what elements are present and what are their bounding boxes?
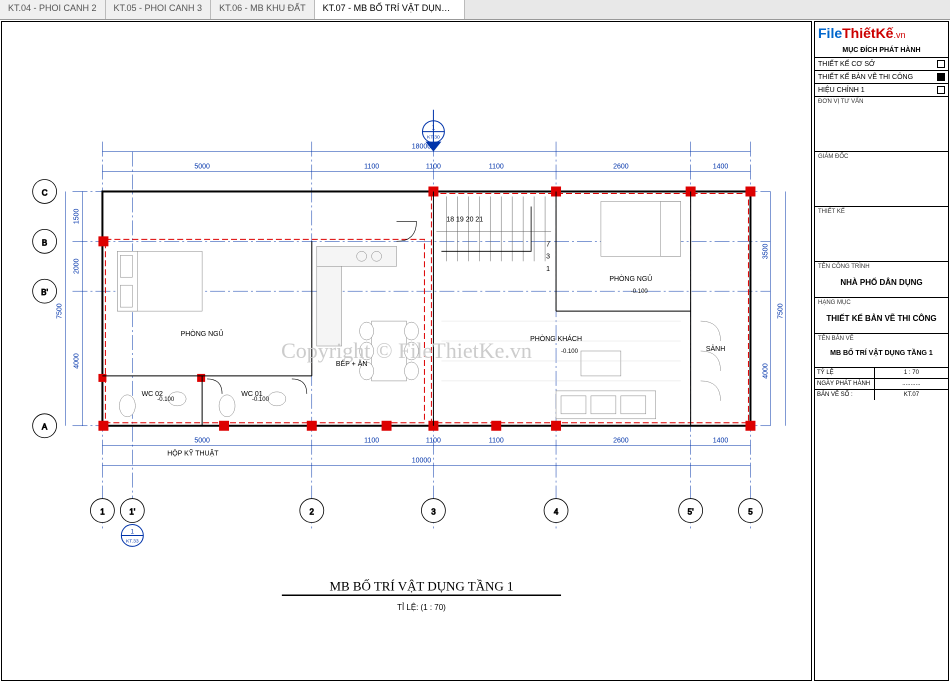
svg-text:18 19 20 21: 18 19 20 21 [446, 216, 483, 223]
svg-text:-0.100: -0.100 [631, 289, 649, 295]
tab-kt06[interactable]: KT.06 - MB KHU ĐẤT [211, 0, 315, 19]
svg-text:3: 3 [431, 508, 436, 517]
tb-director: GIÁM ĐỐC [815, 152, 948, 207]
tb-purpose-header: MỤC ĐÍCH PHÁT HÀNH [815, 44, 948, 58]
svg-text:7: 7 [546, 241, 550, 248]
svg-text:B: B [42, 238, 47, 247]
tb-category: HẠNG MỤC THIẾT KẾ BẢN VẼ THI CÔNG [815, 298, 948, 334]
svg-text:1: 1 [546, 266, 550, 273]
svg-text:4: 4 [554, 508, 559, 517]
svg-text:10000: 10000 [412, 458, 432, 465]
svg-text:3: 3 [546, 253, 550, 260]
tb-scale-row: TỶ LỆ 1 : 70 [815, 368, 948, 379]
svg-text:2000: 2000 [73, 258, 80, 274]
svg-text:-0.100: -0.100 [252, 397, 270, 403]
logo: FileThiếtKế.vn [815, 22, 948, 44]
svg-text:PHÒNG NGỦ: PHÒNG NGỦ [181, 329, 224, 338]
svg-text:KT.30: KT.30 [427, 135, 440, 141]
svg-text:1100: 1100 [489, 438, 504, 445]
svg-text:B': B' [41, 288, 48, 297]
tab-kt04[interactable]: KT.04 - PHOI CANH 2 [0, 0, 106, 19]
tb-consultant: ĐƠN VỊ TƯ VẤN [815, 97, 948, 152]
svg-text:1100: 1100 [426, 164, 441, 171]
svg-text:-0.100: -0.100 [561, 349, 579, 355]
title-block: FileThiếtKế.vn MỤC ĐÍCH PHÁT HÀNH THIẾT … [814, 21, 949, 681]
svg-text:1500: 1500 [73, 209, 80, 225]
svg-text:5000: 5000 [194, 438, 210, 445]
svg-text:PHÒNG KHÁCH: PHÒNG KHÁCH [530, 334, 582, 343]
tab-kt05[interactable]: KT.05 - PHOI CANH 3 [106, 0, 212, 19]
svg-text:1': 1' [129, 508, 135, 517]
svg-text:HỘP KỸ THUẬT: HỘP KỸ THUẬT [167, 449, 219, 458]
tb-check-thicong: THIẾT KẾ BẢN VẼ THI CÔNG [815, 71, 948, 84]
svg-text:7500: 7500 [777, 303, 784, 319]
svg-text:2600: 2600 [613, 438, 629, 445]
svg-text:PHÒNG NGỦ: PHÒNG NGỦ [609, 274, 652, 283]
svg-text:5000: 5000 [194, 164, 210, 171]
svg-text:KT.33: KT.33 [126, 538, 139, 544]
svg-text:3500: 3500 [762, 243, 769, 259]
svg-text:1100: 1100 [364, 164, 379, 171]
tb-designer: THIẾT KẾ [815, 207, 948, 262]
tb-date-row: NGÀY PHÁT HÀNH ........... [815, 379, 948, 390]
drawing-scale: TỈ LỆ: (1 : 70) [397, 603, 446, 612]
svg-text:4000: 4000 [73, 353, 80, 369]
svg-text:A: A [42, 423, 48, 432]
floor-plan-svg: 18 19 20 21 7 3 1 18000 5000 1 [2, 22, 811, 680]
tb-sheet-row: BẢN VẼ SỐ : KT.07 [815, 390, 948, 400]
svg-text:5': 5' [688, 508, 694, 517]
svg-text:C: C [42, 188, 48, 197]
svg-text:1100: 1100 [426, 438, 441, 445]
tb-check-hieuchinh: HIỆU CHỈNH 1 [815, 84, 948, 97]
svg-text:1400: 1400 [713, 438, 729, 445]
svg-text:-0.100: -0.100 [157, 397, 175, 403]
drawing-title: MB BỐ TRÍ VẬT DỤNG TẦNG 1 [329, 578, 513, 593]
svg-text:2: 2 [310, 508, 315, 517]
tab-bar: KT.04 - PHOI CANH 2 KT.05 - PHOI CANH 3 … [0, 0, 950, 20]
svg-text:1400: 1400 [713, 164, 729, 171]
svg-text:1: 1 [100, 508, 105, 517]
svg-text:7500: 7500 [57, 303, 64, 319]
svg-text:1100: 1100 [364, 438, 379, 445]
svg-text:5: 5 [748, 508, 753, 517]
drawing-canvas[interactable]: 18 19 20 21 7 3 1 18000 5000 1 [1, 21, 812, 681]
tb-project: TÊN CÔNG TRÌNH NHÀ PHỐ DÂN DỤNG [815, 262, 948, 298]
svg-text:SẢNH: SẢNH [706, 344, 725, 353]
svg-text:1100: 1100 [489, 164, 504, 171]
tab-kt07[interactable]: KT.07 - MB BỐ TRÍ VẬT DỤNG T...× [315, 0, 465, 19]
tb-check-coso: THIẾT KẾ CƠ SỞ [815, 58, 948, 71]
svg-text:BẾP + ĂN: BẾP + ĂN [336, 358, 367, 368]
svg-text:4000: 4000 [762, 363, 769, 379]
tb-drawing: TÊN BẢN VẼ MB BỐ TRÍ VẬT DỤNG TẦNG 1 [815, 334, 948, 368]
svg-text:2600: 2600 [613, 164, 629, 171]
